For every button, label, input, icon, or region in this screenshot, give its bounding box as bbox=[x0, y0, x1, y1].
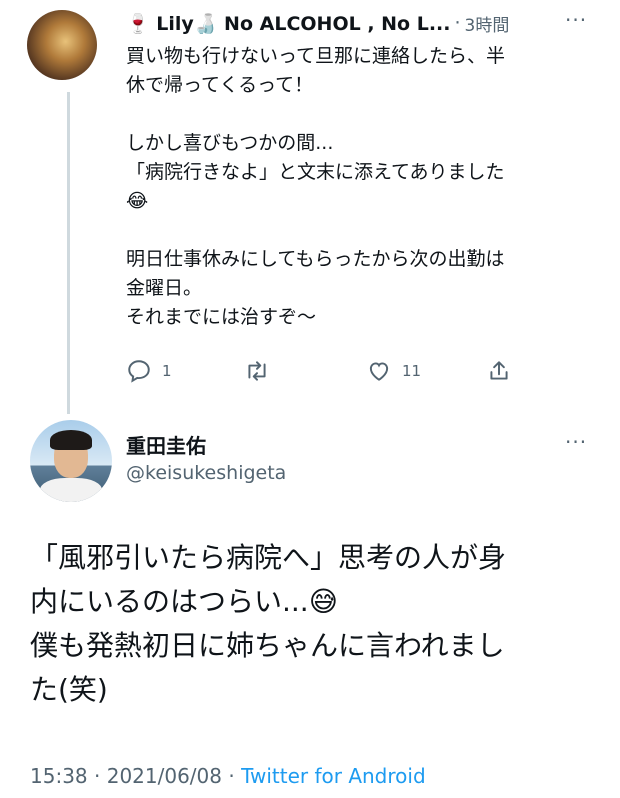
user-handle[interactable]: @keisukeshigeta bbox=[126, 462, 286, 484]
more-icon[interactable]: ··· bbox=[565, 8, 587, 32]
timestamp[interactable]: 3時間 bbox=[465, 11, 510, 36]
like-button[interactable]: 11 bbox=[366, 358, 421, 384]
reply-button[interactable]: 1 bbox=[126, 358, 172, 384]
separator-dot: · bbox=[454, 12, 461, 34]
avatar[interactable] bbox=[30, 420, 112, 502]
tweet-1: 🍷 Lily🍶 No ALCOHOL , No L... · 3時間 買い物も行… bbox=[126, 8, 596, 332]
retweet-icon bbox=[248, 361, 266, 381]
retweet-button[interactable] bbox=[244, 358, 280, 384]
tweet-time[interactable]: 15:38 bbox=[30, 764, 88, 788]
like-icon bbox=[369, 362, 389, 381]
avatar-shirt bbox=[40, 478, 102, 502]
display-name[interactable]: 重田圭佑 bbox=[126, 430, 206, 459]
more-icon[interactable]: ··· bbox=[565, 430, 587, 454]
tweet-header: 🍷 Lily🍶 No ALCOHOL , No L... · 3時間 bbox=[126, 8, 596, 38]
tweet-metadata: 15:38 · 2021/06/08 · Twitter for Android bbox=[30, 764, 426, 788]
reply-icon bbox=[128, 360, 150, 383]
reply-count: 1 bbox=[162, 362, 172, 380]
share-button[interactable] bbox=[486, 358, 512, 384]
tweet-date[interactable]: 2021/06/08 bbox=[107, 764, 222, 788]
tweet-actions: 1 11 bbox=[126, 358, 526, 388]
avatar[interactable] bbox=[27, 10, 97, 80]
thread-connector-line bbox=[67, 92, 70, 414]
tweet-text: 「風邪引いたら病院へ」思考の人が身 内にいるのはつらい...😅 僕も発熱初日に姉… bbox=[30, 541, 507, 706]
share-icon bbox=[490, 361, 508, 380]
tweet-text: 買い物も行けないって旦那に連絡したら、半 休で帰ってくるって！ しかし喜びもつか… bbox=[126, 45, 506, 328]
source-link[interactable]: Twitter for Android bbox=[241, 764, 426, 788]
separator-dot: · bbox=[94, 764, 101, 788]
avatar-hair bbox=[50, 430, 92, 450]
like-count: 11 bbox=[402, 362, 422, 380]
display-name[interactable]: 🍷 Lily🍶 No ALCOHOL , No L... bbox=[126, 12, 450, 35]
separator-dot: · bbox=[228, 764, 235, 788]
